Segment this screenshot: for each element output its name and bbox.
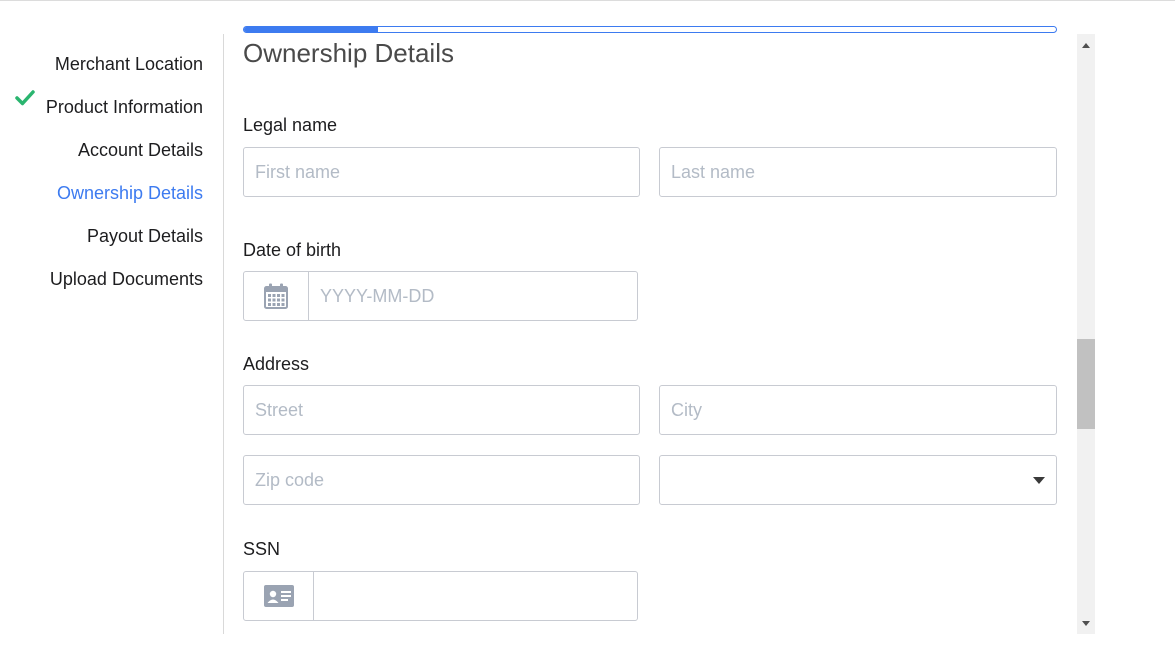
city-input[interactable] — [660, 386, 1056, 434]
first-name-field[interactable] — [243, 147, 640, 197]
dob-field[interactable] — [243, 271, 638, 321]
step-payout-details[interactable]: Payout Details — [87, 225, 203, 247]
scroll-down-button[interactable] — [1077, 612, 1095, 634]
ssn-field[interactable] — [243, 571, 638, 621]
last-name-field[interactable] — [659, 147, 1057, 197]
page-title: Ownership Details — [243, 38, 454, 68]
step-merchant-location[interactable]: Merchant Location — [55, 53, 203, 75]
scroll-down-arrow-icon — [1082, 620, 1090, 626]
step-upload-documents[interactable]: Upload Documents — [50, 268, 203, 290]
progress-fill — [244, 27, 378, 32]
first-name-input[interactable] — [244, 148, 639, 196]
last-name-input[interactable] — [660, 148, 1056, 196]
scrollbar-thumb[interactable] — [1077, 339, 1095, 429]
state-select[interactable] — [659, 455, 1057, 505]
dob-input[interactable] — [309, 272, 637, 320]
zip-input[interactable] — [244, 456, 639, 504]
checkmark-icon — [15, 90, 35, 106]
ssn-addon — [244, 572, 314, 620]
step-product-information[interactable]: Product Information — [46, 96, 203, 118]
legal-name-label: Legal name — [243, 115, 338, 135]
calendar-icon — [264, 283, 288, 309]
step-account-details[interactable]: Account Details — [78, 139, 203, 161]
step-sidebar: Merchant Location Product Information Ac… — [0, 34, 224, 634]
address-label: Address — [243, 354, 310, 374]
chevron-down-icon — [1033, 477, 1045, 484]
ssn-label: SSN — [243, 539, 281, 559]
step-ownership-details[interactable]: Ownership Details — [57, 182, 203, 204]
dob-addon — [244, 272, 309, 320]
city-field[interactable] — [659, 385, 1057, 435]
street-field[interactable] — [243, 385, 640, 435]
ownership-form: Ownership Details Legal name Date of bir… — [243, 0, 1058, 650]
progress-bar — [243, 26, 1057, 33]
scrollbar[interactable] — [1077, 34, 1095, 634]
street-input[interactable] — [244, 386, 639, 434]
scroll-up-button[interactable] — [1077, 34, 1095, 56]
dob-label: Date of birth — [243, 240, 342, 260]
ssn-input[interactable] — [314, 572, 637, 620]
id-card-icon — [263, 585, 294, 607]
zip-field[interactable] — [243, 455, 640, 505]
scroll-up-arrow-icon — [1082, 42, 1090, 48]
